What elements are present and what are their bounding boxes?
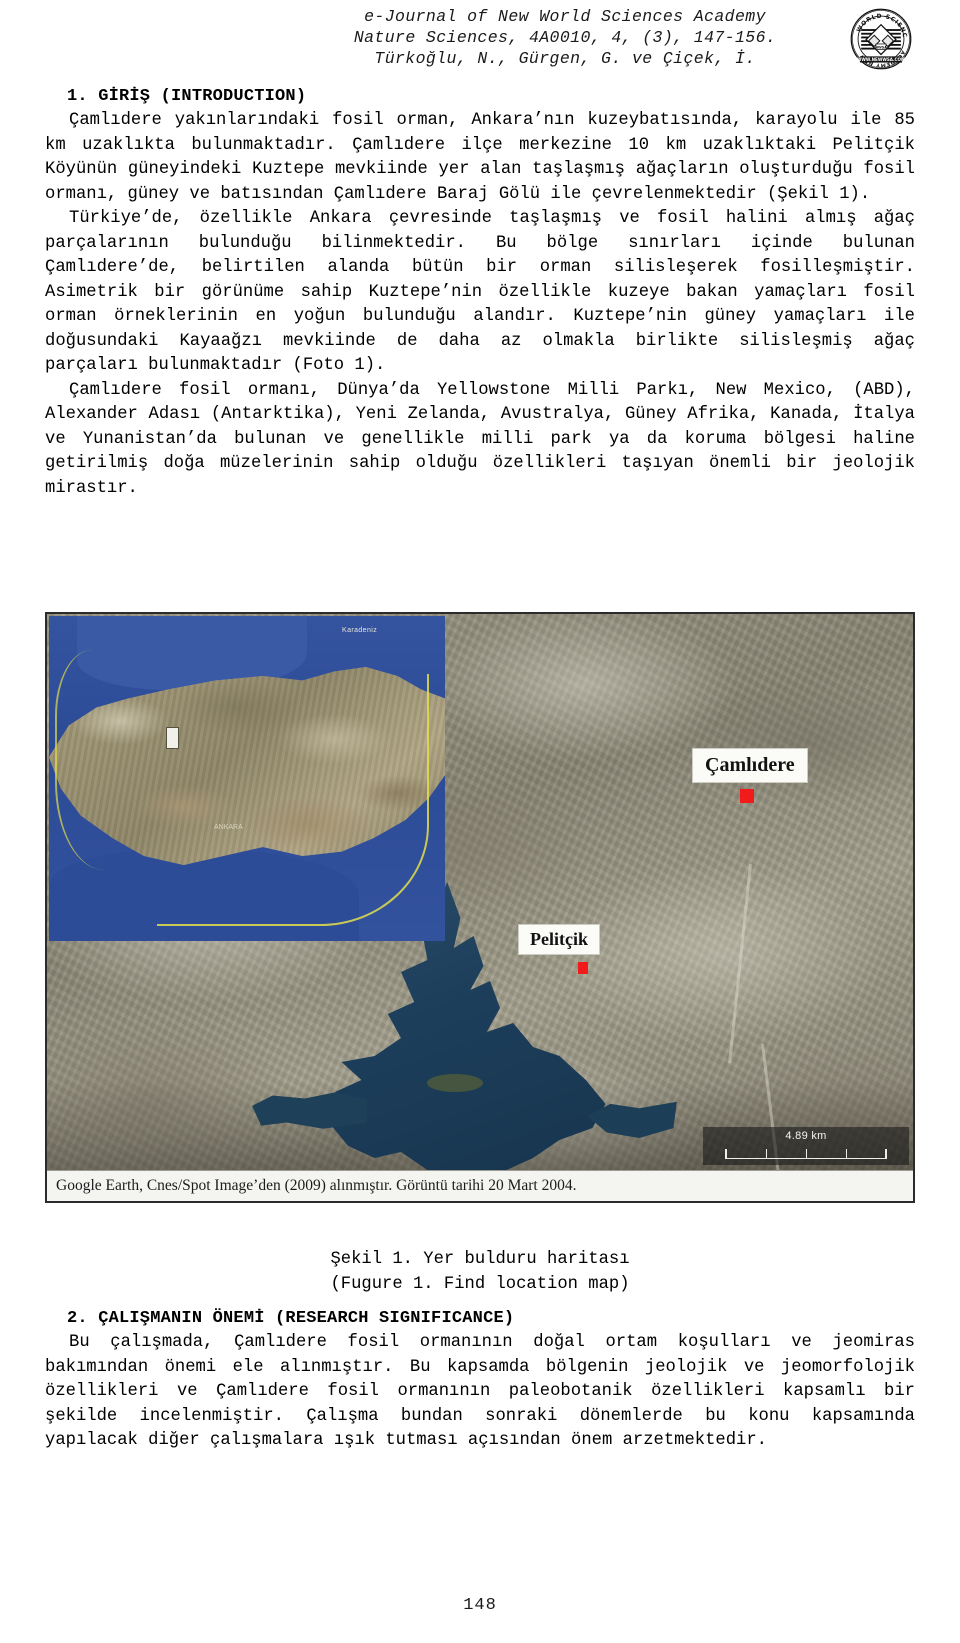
journal-title: e-Journal of New World Sciences Academy [364, 7, 766, 26]
figure-1: Karadeniz ANKARA 4.89 km Google Earth, C… [45, 612, 915, 1229]
page-number: 148 [463, 1596, 497, 1615]
figure-caption-en: (Fugure 1. Find location map) [330, 1274, 630, 1294]
paragraph: Çamlıdere yakınlarındaki fosil orman, An… [45, 111, 915, 204]
map-scale-bar: 4.89 km [703, 1127, 909, 1165]
journal-logo-icon: WORLD SCIENCES ACADEMY NEW NWSA WWW.NEWW… [848, 8, 912, 70]
map-scale-label: 4.89 km [785, 1130, 827, 1142]
paragraph: Çamlıdere fosil ormanı, Dünya’da Yellows… [45, 380, 915, 498]
section-2-content: 2. ÇALIŞMANIN ÖNEMİ (RESEARCH SIGNIFICAN… [45, 1306, 915, 1454]
figure-1-caption: Şekil 1. Yer bulduru haritası (Fugure 1.… [45, 1248, 915, 1297]
logo-center-text: NWSA [875, 45, 887, 49]
journal-header-text: e-Journal of New World Sciences Academy … [300, 6, 830, 69]
map-label-pelitcik: Pelitçik [518, 924, 600, 955]
section-1-heading: 1. GİRİŞ (INTRODUCTION) [67, 87, 307, 106]
map-scale-ticks [725, 1149, 887, 1159]
figure-caption-tr: Şekil 1. Yer bulduru haritası [330, 1250, 630, 1269]
logo-url-text: WWW.NEWWSA.COM [857, 57, 905, 62]
map-vegetation-patch [427, 1074, 483, 1092]
location-map-image: Karadeniz ANKARA 4.89 km Google Earth, C… [45, 612, 915, 1203]
journal-issue-line: Nature Sciences, 4A0010, 4, (3), 147-156… [353, 28, 777, 47]
map-marker-camlidere [740, 789, 754, 803]
inset-label-sea: Karadeniz [342, 627, 378, 634]
map-attribution-text: Google Earth, Cnes/Spot Image’den (2009)… [47, 1170, 913, 1201]
map-marker-pelitcik [578, 962, 588, 974]
journal-authors-line: Türkoğlu, N., Gürgen, G. ve Çiçek, İ. [374, 49, 756, 68]
inset-border-line [55, 650, 177, 870]
journal-header: e-Journal of New World Sciences Academy … [0, 6, 960, 76]
paragraph: Bu çalışmada, Çamlıdere fosil ormanının … [45, 1333, 915, 1450]
section-1-content: 1. GİRİŞ (INTRODUCTION) Çamlıdere yakınl… [45, 84, 915, 501]
map-label-camlidere: Çamlıdere [692, 748, 808, 783]
section-2-heading: 2. ÇALIŞMANIN ÖNEMİ (RESEARCH SIGNIFICAN… [67, 1309, 515, 1328]
inset-study-area-marker [166, 727, 179, 749]
inset-label-city: ANKARA [214, 824, 243, 831]
turkey-inset-map: Karadeniz ANKARA [49, 616, 445, 941]
paragraph: Türkiye’de, özellikle Ankara çevresinde … [45, 209, 915, 375]
